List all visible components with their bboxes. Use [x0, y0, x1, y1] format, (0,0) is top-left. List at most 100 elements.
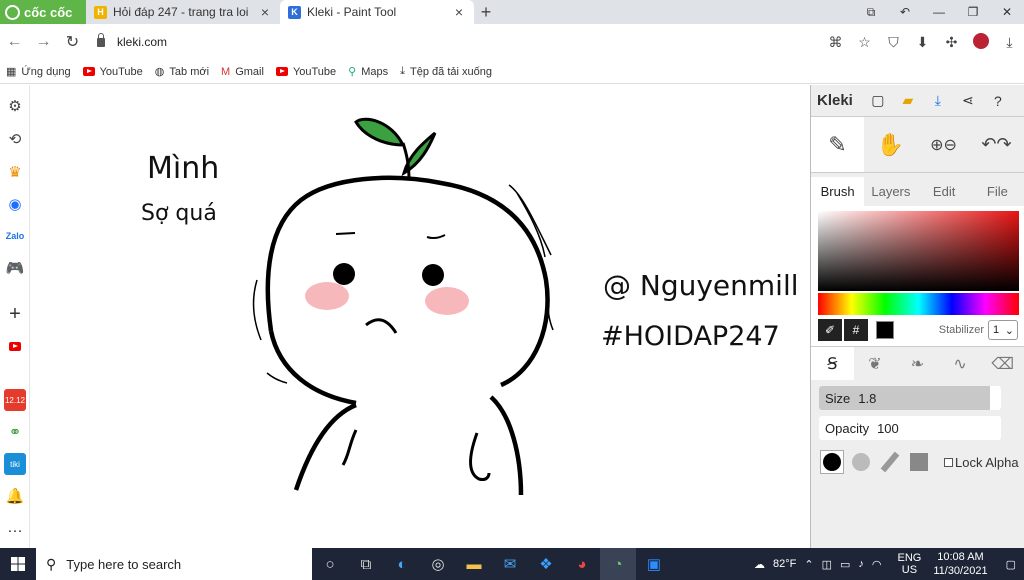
- notifications-icon[interactable]: ▢: [1006, 558, 1016, 571]
- bookmark-maps[interactable]: ⚲ Maps: [348, 65, 388, 79]
- cortana-icon[interactable]: ○: [312, 548, 348, 580]
- edge-icon[interactable]: ◐: [384, 548, 420, 580]
- current-color-swatch[interactable]: [876, 321, 894, 339]
- more-dots-icon[interactable]: …: [4, 517, 26, 539]
- brush-tool-icon[interactable]: ✎: [811, 117, 864, 172]
- bookmark-star-icon[interactable]: ☆: [850, 34, 879, 51]
- hand-tool-icon[interactable]: ✋: [864, 117, 917, 172]
- new-tab-button[interactable]: +: [474, 0, 498, 24]
- volume-icon[interactable]: ♪: [858, 558, 864, 570]
- open-folder-icon[interactable]: ▰: [893, 92, 923, 109]
- history-icon[interactable]: ⟲: [4, 128, 26, 150]
- bookmark-new-tab[interactable]: ◍ Tab mới: [155, 65, 209, 79]
- round-soft-brush-icon[interactable]: [849, 450, 873, 474]
- coccoc-logo[interactable]: cốc cốc: [0, 0, 86, 24]
- tab-layers[interactable]: Layers: [864, 177, 917, 206]
- bookmark-youtube[interactable]: YouTube: [82, 66, 143, 78]
- close-window-button[interactable]: ✕: [990, 0, 1024, 24]
- bookmark-apps[interactable]: ▦ Ứng dụng: [6, 65, 71, 79]
- youtube-icon: [82, 67, 95, 76]
- kleki-logo[interactable]: Kleki: [817, 92, 853, 109]
- share-icon[interactable]: ⋖: [953, 92, 983, 109]
- forward-button[interactable]: →: [29, 33, 58, 51]
- windows-start-button[interactable]: [0, 557, 36, 571]
- undo-redo-icon[interactable]: ↶↷: [970, 117, 1023, 172]
- eyedropper-icon[interactable]: ✐: [818, 319, 842, 341]
- blend-brush-icon[interactable]: ❦: [854, 347, 897, 380]
- youtube-sidebar-icon[interactable]: [4, 335, 26, 357]
- bookmark-downloads[interactable]: ⤓ Tệp đã tải xuống: [400, 65, 492, 78]
- round-hard-brush-icon[interactable]: [820, 450, 844, 474]
- screenshot-icon[interactable]: ⧉: [854, 0, 888, 24]
- tab-hoidap[interactable]: H Hỏi đáp 247 - trang tra loi ×: [86, 0, 280, 24]
- help-icon[interactable]: ?: [983, 93, 1013, 109]
- back-history-icon[interactable]: ↶: [888, 0, 922, 24]
- drawing-canvas[interactable]: Mình Sợ quá @ Nguyenmill #HOIDAP247: [31, 85, 810, 548]
- game-controller-icon[interactable]: 🎮: [4, 257, 26, 279]
- shopping-icon[interactable]: 12.12: [4, 389, 26, 411]
- close-tab-icon[interactable]: ×: [452, 4, 466, 20]
- coccoc-green-icon[interactable]: ⚭: [4, 421, 26, 443]
- stabilizer-select[interactable]: 1 ⌄: [988, 320, 1018, 340]
- weather-temp[interactable]: 82°F: [773, 558, 796, 570]
- back-button[interactable]: ←: [0, 33, 29, 51]
- saturation-value-picker[interactable]: [818, 211, 1019, 291]
- lock-alpha-checkbox[interactable]: Lock Alpha: [944, 455, 1019, 470]
- profile-avatar[interactable]: [966, 32, 995, 52]
- pixel-brush-icon[interactable]: ∿: [939, 347, 982, 380]
- tab-edit[interactable]: Edit: [918, 177, 971, 206]
- tray-overflow-icon[interactable]: ⌃: [804, 558, 813, 571]
- messenger-icon[interactable]: ◉: [4, 193, 26, 215]
- download-page-icon[interactable]: ⬇: [908, 34, 937, 51]
- save-download-icon[interactable]: ⤓: [923, 92, 953, 109]
- notification-bell-icon[interactable]: 🔔: [4, 485, 26, 507]
- chisel-brush-icon[interactable]: [878, 450, 902, 474]
- crown-icon[interactable]: ♛: [4, 161, 26, 183]
- language-indicator[interactable]: ENG US: [890, 552, 922, 576]
- settings-gear-icon[interactable]: ⚙: [4, 95, 26, 117]
- bookmark-gmail[interactable]: M Gmail: [221, 66, 264, 78]
- tab-file[interactable]: File: [971, 177, 1024, 206]
- add-sidebar-icon[interactable]: +: [4, 303, 26, 325]
- extensions-icon[interactable]: ✣: [937, 34, 966, 51]
- clock[interactable]: 10:08 AM 11/30/2021: [933, 550, 987, 578]
- network-icon[interactable]: ◫: [822, 558, 832, 571]
- bookmark-youtube-2[interactable]: YouTube: [275, 66, 336, 78]
- shield-icon[interactable]: ⛉: [879, 34, 908, 51]
- tab-kleki[interactable]: K Kleki - Paint Tool ×: [280, 0, 474, 24]
- close-tab-icon[interactable]: ×: [258, 4, 272, 20]
- zoom-icon[interactable]: ⊕⊖: [917, 117, 970, 172]
- pen-brush-icon[interactable]: Ꞩ: [811, 347, 854, 380]
- new-image-icon[interactable]: ▢: [863, 92, 893, 109]
- downloads-icon[interactable]: ⤓: [995, 34, 1024, 51]
- maximize-button[interactable]: ❐: [956, 0, 990, 24]
- minimize-button[interactable]: —: [922, 0, 956, 24]
- wifi-icon[interactable]: ◠: [872, 558, 882, 571]
- app-icon[interactable]: ◎: [420, 548, 456, 580]
- weather-icon[interactable]: ☁: [754, 558, 765, 571]
- brush-shape-row: Lock Alpha: [820, 450, 1024, 474]
- taskbar-search-box[interactable]: ⚲ Type here to search: [36, 548, 312, 580]
- url-field[interactable]: kleki.com: [97, 32, 167, 49]
- file-explorer-icon[interactable]: ▬: [456, 548, 492, 580]
- eraser-icon[interactable]: ⌫: [981, 347, 1024, 380]
- square-brush-icon[interactable]: [907, 450, 931, 474]
- coccoc-green-taskbar-icon[interactable]: ◔: [600, 548, 636, 580]
- mail-icon[interactable]: ✉: [492, 548, 528, 580]
- hex-input-button[interactable]: #: [844, 319, 868, 341]
- translate-icon[interactable]: ⌘: [821, 34, 850, 51]
- tab-brush[interactable]: Brush: [811, 177, 865, 206]
- windows-taskbar: ⚲ Type here to search ○ ⧉ ◐ ◎ ▬ ✉ ❖ ◕ ◔ …: [0, 548, 1024, 580]
- reload-button[interactable]: ↻: [58, 32, 87, 52]
- battery-icon[interactable]: ▭: [840, 558, 850, 571]
- sketchy-brush-icon[interactable]: ❧: [896, 347, 939, 380]
- opacity-slider[interactable]: Opacity 100 ✎: [819, 416, 1001, 440]
- coccoc-taskbar-icon[interactable]: ◕: [564, 548, 600, 580]
- size-slider[interactable]: Size 1.8 ✎: [819, 386, 1001, 410]
- zalo-icon[interactable]: Zalo: [4, 225, 26, 247]
- hue-slider[interactable]: [818, 293, 1019, 315]
- task-view-icon[interactable]: ⧉: [348, 548, 384, 580]
- dropbox-icon[interactable]: ❖: [528, 548, 564, 580]
- zoom-app-icon[interactable]: ▣: [636, 548, 672, 580]
- tiki-icon[interactable]: tiki: [4, 453, 26, 475]
